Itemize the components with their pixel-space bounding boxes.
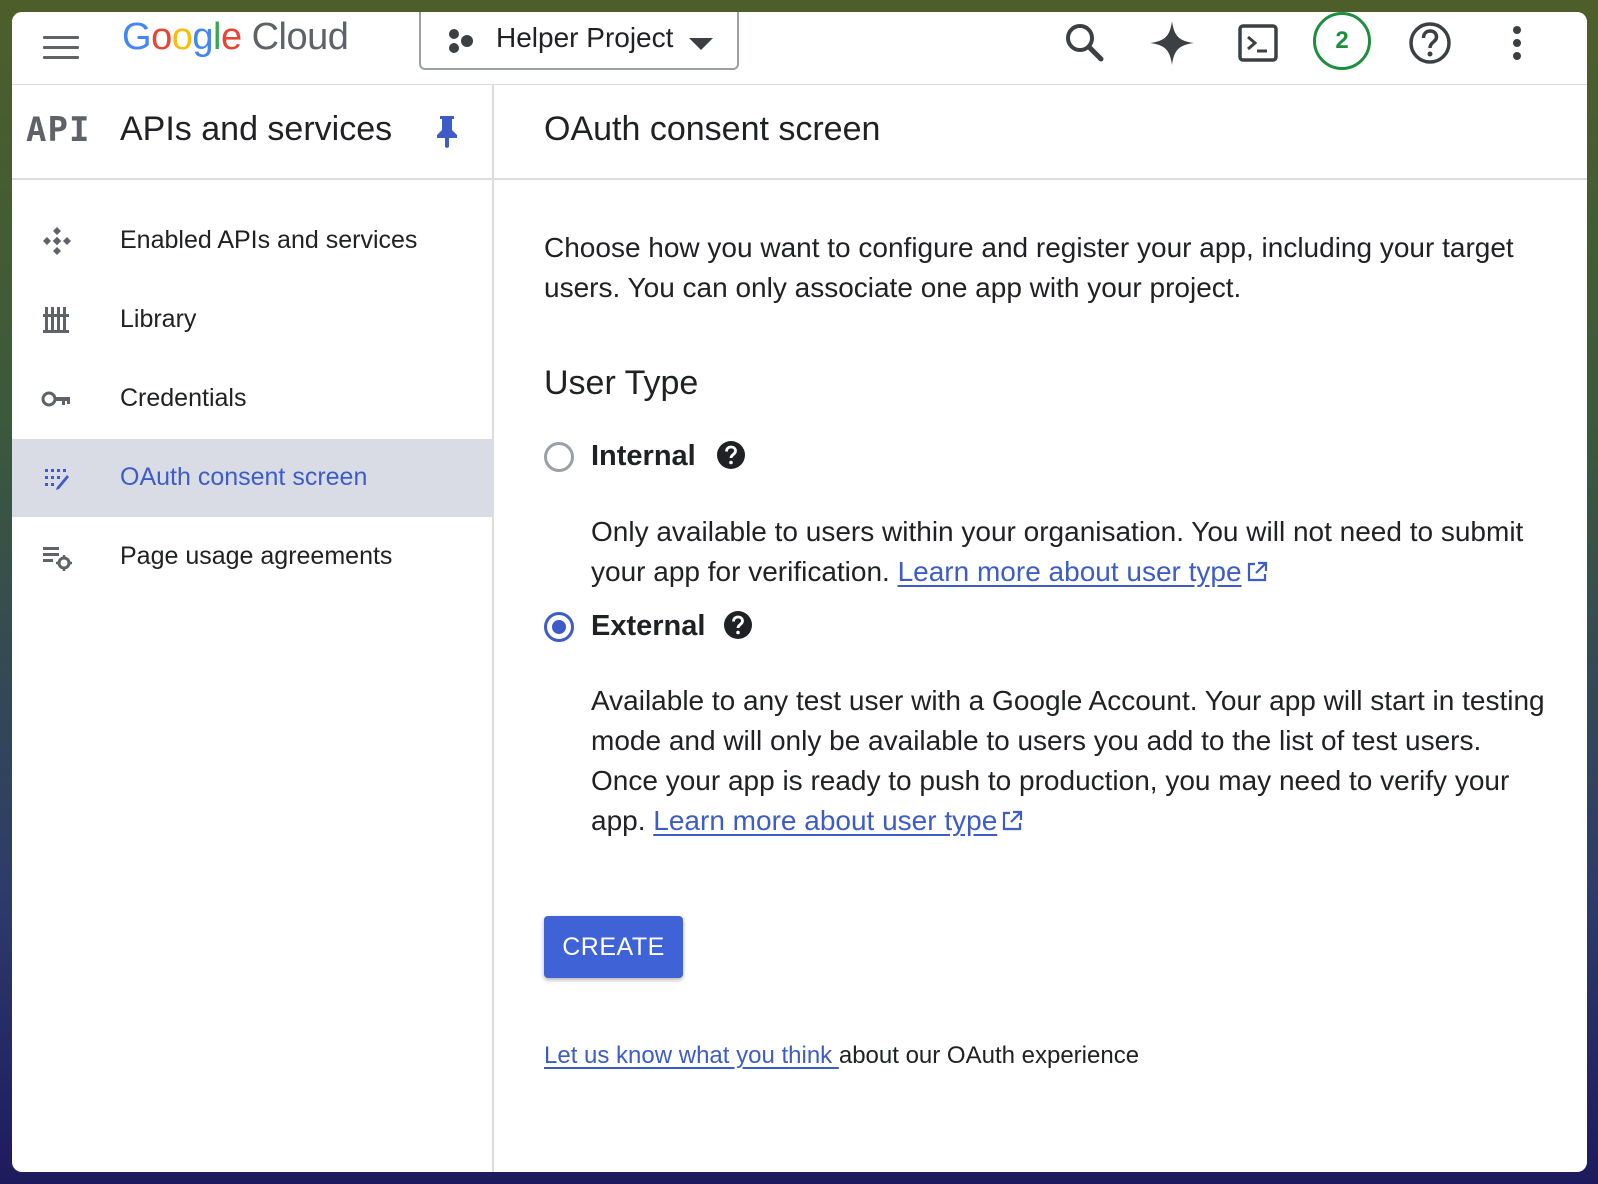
sidebar-item-label: OAuth consent screen <box>120 463 368 491</box>
agreements-icon <box>43 547 72 571</box>
internal-description: Only available to users within your orga… <box>591 516 1524 587</box>
external-link-icon <box>1003 810 1023 831</box>
feedback-text: Let us know what you think about our OAu… <box>544 1042 1140 1069</box>
hamburger-menu-icon[interactable] <box>40 26 82 68</box>
learn-more-user-type-link[interactable]: Learn more about user type <box>898 556 1242 587</box>
chevron-down-icon <box>689 38 713 50</box>
feedback-link[interactable]: Let us know what you think <box>544 1042 839 1069</box>
key-icon <box>41 391 70 407</box>
user-type-internal-option[interactable]: Internal <box>544 440 844 480</box>
google-cloud-logo[interactable]: Google Cloud <box>122 16 349 59</box>
app-window: Google Cloud Helper Project 2 API APIs a… <box>12 12 1587 1172</box>
search-icon[interactable] <box>1060 18 1110 68</box>
main-header: OAuth consent screen <box>494 84 1587 180</box>
consent-icon <box>45 469 69 490</box>
sidebar-item-label: Enabled APIs and services <box>120 226 418 254</box>
api-logo: API <box>26 110 91 150</box>
project-hexagon-icon <box>449 29 473 53</box>
sidebar-item-enabled-apis[interactable]: Enabled APIs and services <box>12 202 494 280</box>
project-name: Helper Project <box>496 22 674 53</box>
pin-icon[interactable] <box>432 114 462 148</box>
library-icon <box>43 307 69 333</box>
user-type-heading: User Type <box>544 364 699 402</box>
external-description: Available to any test user with a Google… <box>591 685 1545 836</box>
user-type-external-option[interactable]: External <box>544 610 844 650</box>
sidebar: API APIs and services Enabled APIs and s… <box>12 84 494 1172</box>
sidebar-item-label: Library <box>120 305 197 333</box>
external-link-icon <box>1247 561 1267 582</box>
help-icon[interactable] <box>1405 18 1455 68</box>
project-picker[interactable]: Helper Project <box>419 12 739 70</box>
sidebar-item-label: Page usage agreements <box>120 542 393 570</box>
top-bar: Google Cloud Helper Project 2 <box>12 12 1587 85</box>
sidebar-item-label: Credentials <box>120 384 247 412</box>
cloud-shell-terminal-icon[interactable] <box>1233 18 1283 68</box>
notifications-badge[interactable]: 2 <box>1313 12 1371 70</box>
page-title: OAuth consent screen <box>544 110 881 148</box>
external-label: External <box>591 610 706 642</box>
main-content: OAuth consent screen Choose how you want… <box>494 84 1587 1172</box>
internal-radio[interactable] <box>544 442 574 472</box>
internal-label: Internal <box>591 440 696 472</box>
sidebar-item-page-usage-agreements[interactable]: Page usage agreements <box>12 518 494 596</box>
external-radio[interactable] <box>544 612 574 642</box>
help-circle-icon[interactable] <box>716 440 746 470</box>
learn-more-user-type-link[interactable]: Learn more about user type <box>653 805 997 836</box>
sidebar-title: APIs and services <box>120 110 393 148</box>
sidebar-item-library[interactable]: Library <box>12 281 494 359</box>
sidebar-header: API APIs and services <box>12 84 492 180</box>
sidebar-item-credentials[interactable]: Credentials <box>12 360 494 438</box>
intro-text: Choose how you want to configure and reg… <box>544 232 1514 303</box>
more-vert-icon[interactable] <box>1492 18 1542 68</box>
sidebar-item-oauth-consent-screen[interactable]: OAuth consent screen <box>12 439 494 517</box>
gemini-sparkle-icon[interactable] <box>1147 18 1197 68</box>
create-button[interactable]: CREATE <box>544 916 683 978</box>
enabled-apis-icon <box>43 227 71 255</box>
help-circle-icon[interactable] <box>723 610 753 640</box>
